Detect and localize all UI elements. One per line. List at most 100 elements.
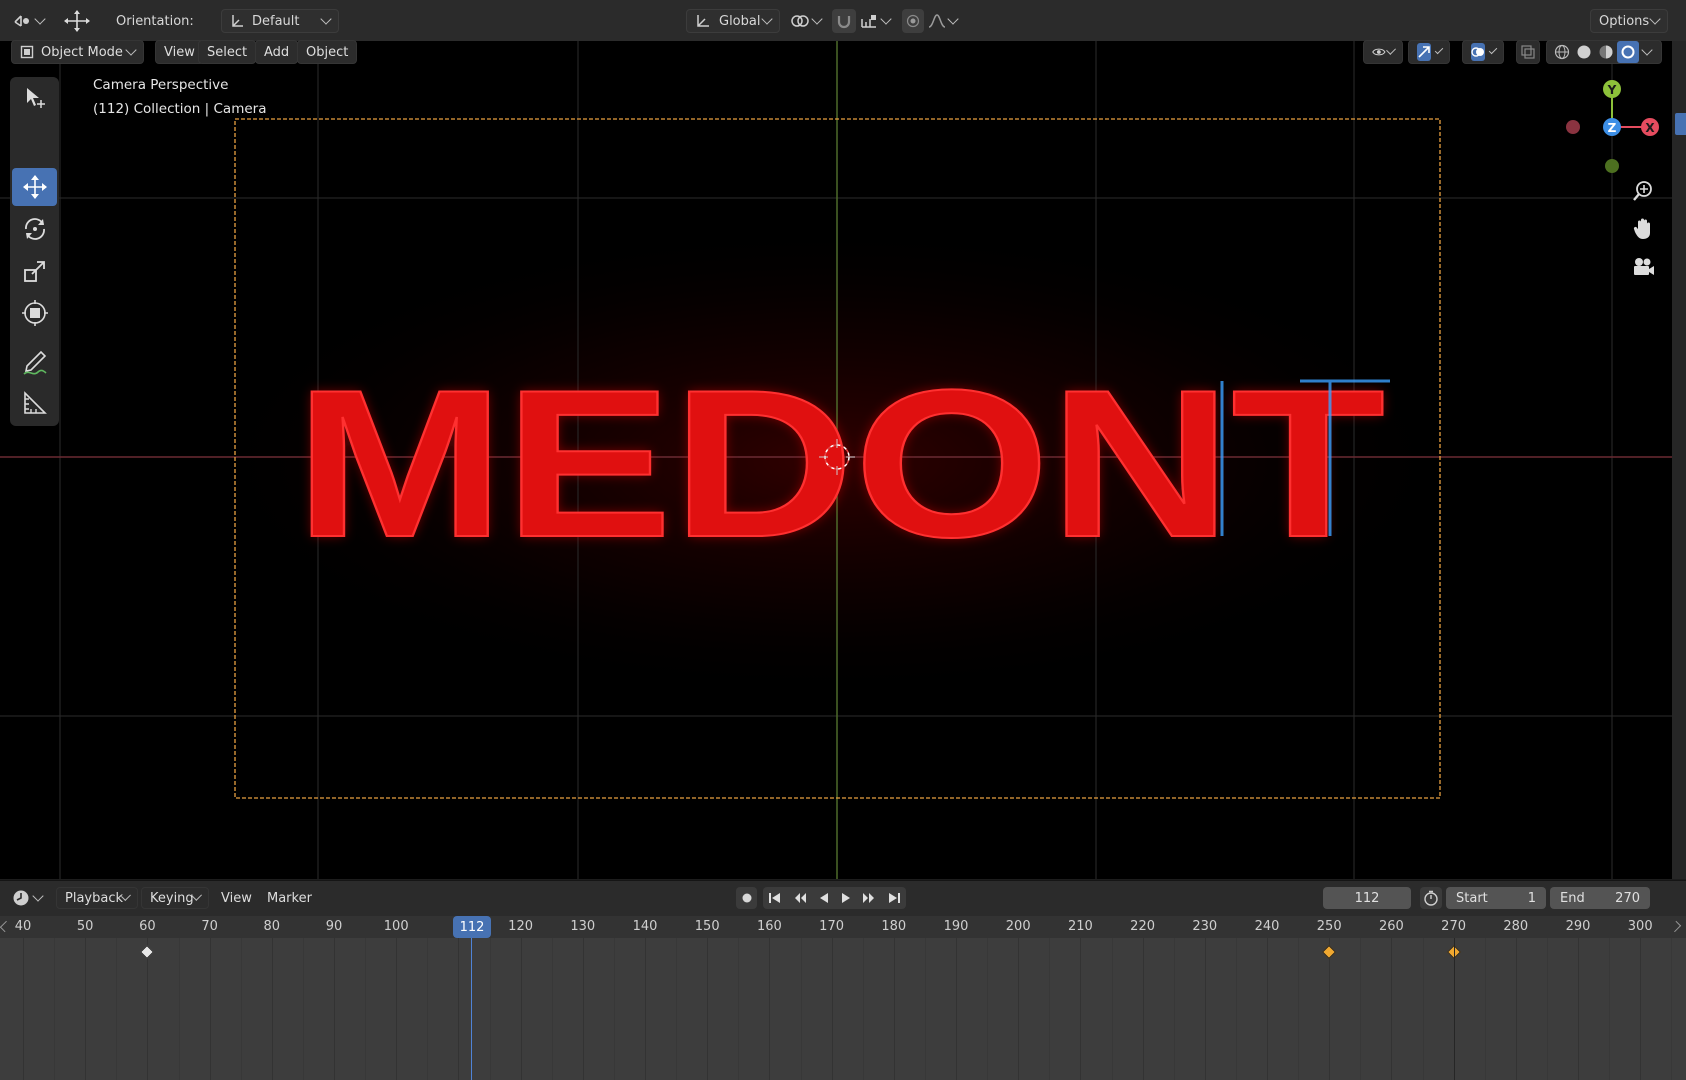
svg-text:X: X [1645,121,1655,135]
preview-range-toggle[interactable] [1420,887,1442,909]
select-box-tool[interactable] [12,79,57,117]
snap-toggle[interactable] [832,9,856,33]
rotate-tool[interactable] [12,210,57,248]
hand-pan-icon [1633,218,1650,239]
timeline-gridline [1515,938,1517,1080]
overlays-toggle[interactable] [1471,43,1485,61]
timeline-body[interactable] [0,938,1686,1080]
timeline-gridline [489,938,491,1080]
timeline-gridline [365,938,367,1080]
timeline-gridline [987,938,989,1080]
timeline-editor-type-button[interactable] [12,887,50,909]
timeline-gridline [520,938,522,1080]
start-value: 1 [1527,890,1536,906]
ruler-tick: 70 [201,919,218,934]
wireframe-shading-icon[interactable] [1551,41,1573,63]
xray-toggle[interactable] [1516,40,1540,64]
timeline-gridline [1018,938,1020,1080]
start-frame-field[interactable]: Start 1 [1446,887,1546,909]
transform-space-value: Global [719,13,761,29]
svg-text:Y: Y [1607,83,1617,97]
ruler-tick: 50 [76,919,94,934]
editor-type-button[interactable] [12,9,48,33]
timeline-gridline [147,938,149,1080]
playhead-frame-indicator[interactable]: 112 [453,916,491,938]
object-mode-icon [20,45,34,59]
orientation-dropdown[interactable]: Default [221,9,339,33]
measure-tool[interactable] [12,384,57,422]
timeline-ruler[interactable]: 4050607080901001120130140150160170180190… [0,916,1686,938]
jump-end-icon[interactable] [887,892,901,904]
sidebar-tab-indicator[interactable] [1675,113,1686,135]
ruler-tick: 240 [1254,919,1280,934]
keying-menu[interactable]: Keying [141,887,209,909]
gizmo-neg-x-axis[interactable] [1566,120,1580,134]
ruler-tick: 220 [1130,919,1156,934]
scale-tool[interactable] [12,252,57,290]
timeline-gridline [1391,938,1393,1080]
navigation-gizmo[interactable]: Y X Z [1550,71,1670,181]
options-dropdown[interactable]: Options [1590,9,1668,33]
timeline-gridline [1609,938,1611,1080]
record-button[interactable] [736,887,758,909]
pan-button[interactable] [1628,214,1658,244]
transform-orientation-dropdown[interactable]: Global [686,9,780,33]
timeline-gridline [458,938,460,1080]
move-tool[interactable] [12,168,57,206]
overlays-dropdown[interactable] [1462,40,1504,64]
gizmo-icon [1418,46,1430,58]
transform-pivot-icon[interactable] [60,9,94,33]
jump-start-icon[interactable] [768,892,782,904]
visibility-dropdown[interactable] [1363,40,1403,64]
view-menu[interactable]: View [155,40,204,64]
timeline-gridline [1111,938,1113,1080]
snap-target-dropdown[interactable] [860,9,896,33]
transform-tool[interactable] [12,294,57,332]
next-keyframe-icon[interactable] [861,892,877,904]
timeline-gridline [862,938,864,1080]
timeline-gridline [23,938,24,1080]
rotate-icon [24,218,45,240]
orientation-icon [232,15,243,27]
annotate-tool[interactable] [12,344,57,382]
add-menu[interactable]: Add [255,40,299,64]
current-frame-field[interactable]: 112 [1323,887,1411,909]
timeline-gridline [1578,938,1579,1080]
gizmo-toggle[interactable] [1417,43,1431,61]
end-frame-field[interactable]: End 270 [1550,887,1650,909]
falloff-dropdown[interactable] [928,9,964,33]
timeline-gridline [956,938,957,1080]
ruler-tick: 290 [1565,919,1591,934]
ruler-measure-icon [23,391,47,414]
playback-menu[interactable]: Playback [56,887,138,909]
move-arrows-icon [22,175,47,199]
gizmo-neg-y-axis[interactable] [1605,159,1619,173]
orientation-label: Orientation: [116,13,194,29]
pivot-point-dropdown[interactable] [790,9,826,33]
select-menu[interactable]: Select [198,40,257,64]
scroll-left-icon[interactable] [0,920,12,933]
timeline-gridline [924,938,926,1080]
prev-keyframe-icon[interactable] [792,892,808,904]
play-icon[interactable] [840,892,852,904]
ruler-tick: 120 [508,919,534,934]
timeline-gridline [831,938,833,1080]
shading-modes[interactable] [1546,40,1662,64]
transform-icon [21,300,48,326]
solid-shading-icon[interactable] [1573,41,1595,63]
rendered-shading-icon[interactable] [1617,41,1639,63]
gizmo-dropdown[interactable] [1408,40,1450,64]
object-menu[interactable]: Object [297,40,358,64]
marker-menu[interactable]: Marker [258,887,321,909]
zoom-button[interactable] [1628,176,1658,206]
proportional-editing-toggle[interactable] [902,9,924,33]
scroll-right-icon[interactable] [1669,920,1682,933]
sidebar-edge[interactable] [1672,41,1686,879]
3d-viewport[interactable]: MEDONT MEDONT Camera Perspective (112) C… [0,41,1672,879]
timeline-view-menu[interactable]: View [212,887,261,909]
play-reverse-icon[interactable] [818,892,830,904]
timeline-gridline [427,938,429,1080]
camera-view-button[interactable] [1628,252,1658,282]
object-mode-dropdown[interactable]: Object Mode [11,40,144,64]
material-shading-icon[interactable] [1595,41,1617,63]
